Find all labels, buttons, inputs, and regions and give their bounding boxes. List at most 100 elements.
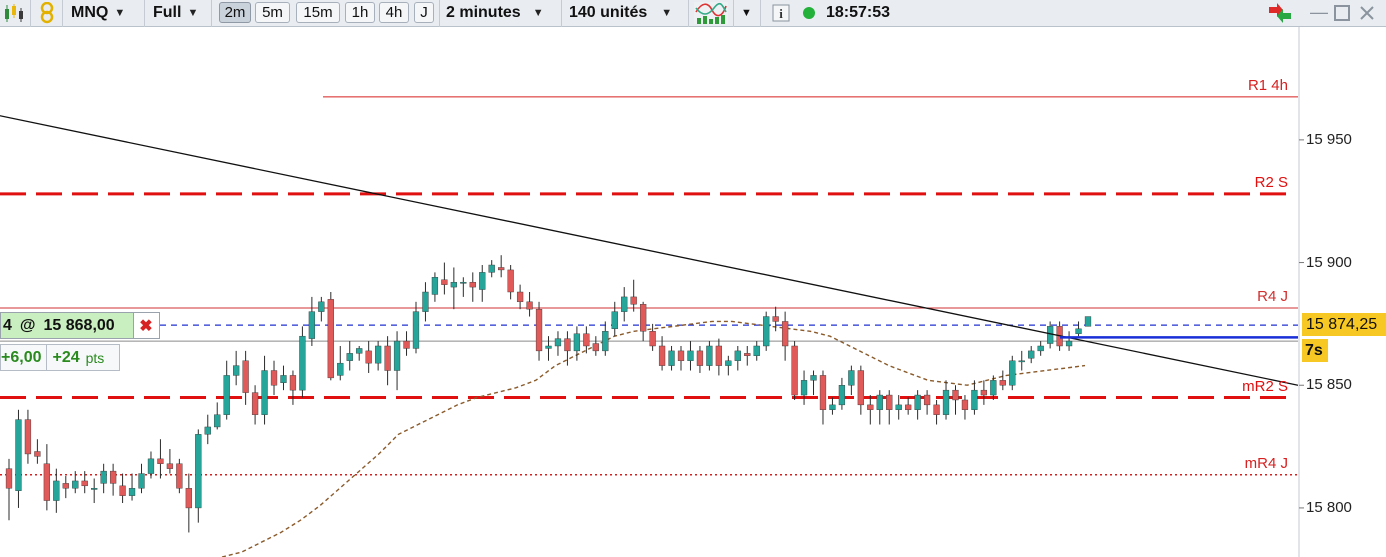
- timeframe-button-4h[interactable]: 4h: [379, 2, 409, 23]
- candle: [119, 473, 126, 504]
- units-label: 140 unités: [569, 3, 648, 21]
- candle-body: [346, 353, 353, 361]
- svg-text:i: i: [779, 6, 783, 21]
- candle-body: [223, 375, 230, 415]
- candle-body: [923, 394, 931, 406]
- candle-body: [469, 281, 476, 288]
- candle-body: [658, 345, 666, 366]
- pnl-box: +6,00 +24 pts: [0, 344, 120, 371]
- pnl-unit: pts: [85, 349, 105, 366]
- candle-body: [1084, 316, 1092, 327]
- candle: [1037, 341, 1044, 356]
- candle: [157, 439, 164, 479]
- candle: [763, 311, 770, 351]
- indicators-icon[interactable]: [694, 1, 728, 24]
- current-price-tag: 15 874,25: [1302, 313, 1386, 336]
- candle: [999, 370, 1006, 391]
- candle: [516, 284, 524, 310]
- candle-body: [233, 365, 240, 376]
- close-icon[interactable]: [1359, 1, 1375, 24]
- timeframe-button-15m[interactable]: 15m: [296, 2, 340, 23]
- candle-body: [308, 311, 316, 339]
- candle: [327, 292, 334, 381]
- candle-body: [611, 311, 618, 330]
- candle-body: [318, 301, 325, 312]
- candle-body: [526, 301, 533, 310]
- candle-body: [147, 458, 155, 474]
- candle: [214, 402, 221, 430]
- chart-area[interactable]: [0, 27, 1298, 557]
- candle: [573, 326, 581, 361]
- candle: [308, 296, 316, 346]
- candle: [1028, 345, 1035, 364]
- timeframe-button-1h[interactable]: 1h: [345, 2, 375, 23]
- candle-body: [592, 343, 599, 352]
- candle: [602, 321, 609, 356]
- candle: [441, 262, 448, 295]
- candle-body: [34, 451, 41, 457]
- candle-body: [422, 291, 429, 312]
- candle-body: [886, 394, 893, 410]
- candle: [431, 272, 439, 302]
- candle-body: [441, 279, 448, 285]
- candle: [829, 397, 836, 415]
- level-label-mr2-s: mR2 S: [1242, 377, 1288, 395]
- candle-body: [450, 281, 457, 288]
- candle-body: [365, 350, 372, 364]
- chart-type-icon[interactable]: [3, 1, 25, 24]
- info-icon[interactable]: i: [772, 1, 790, 24]
- candle-timer-tag: 7s: [1302, 339, 1328, 362]
- order-position-box[interactable]: 4 @ 15 868,00 ✖: [0, 312, 160, 339]
- view-mode-selector[interactable]: Full ▼: [153, 1, 198, 24]
- candle: [138, 463, 145, 494]
- candle: [545, 336, 552, 361]
- candle-body: [384, 345, 391, 371]
- indicators-dropdown-icon[interactable]: ▼: [741, 1, 752, 24]
- candle-body: [214, 414, 221, 428]
- candle: [100, 463, 107, 494]
- candle: [942, 380, 950, 420]
- candle: [251, 385, 259, 425]
- candle-body: [933, 404, 940, 415]
- symbol-selector[interactable]: MNQ ▼: [71, 1, 125, 24]
- candle: [886, 390, 893, 425]
- timeframe-button-5m[interactable]: 5m: [255, 2, 290, 23]
- close-position-icon[interactable]: ✖: [136, 316, 156, 335]
- candle: [223, 360, 230, 420]
- candle: [91, 478, 98, 504]
- maximize-icon[interactable]: [1334, 1, 1350, 24]
- candle: [176, 458, 183, 494]
- candle: [498, 255, 505, 278]
- candle-body: [356, 348, 363, 354]
- candle: [270, 360, 278, 396]
- candle: [810, 370, 817, 396]
- candle-body: [876, 394, 883, 410]
- period-selector[interactable]: 2 minutes ▼: [446, 1, 544, 24]
- timeframe-button-day[interactable]: J: [414, 2, 434, 23]
- minimize-icon[interactable]: —: [1310, 1, 1328, 24]
- candle-body: [53, 480, 60, 501]
- candle: [734, 345, 741, 371]
- period-label: 2 minutes: [446, 3, 521, 21]
- candle: [753, 341, 760, 361]
- price-axis[interactable]: 15 950 15 900 15 850 15 800: [1298, 27, 1386, 557]
- candle-body: [393, 340, 401, 371]
- candle-body: [791, 345, 798, 396]
- link-chain-icon[interactable]: [37, 1, 57, 24]
- candle-body: [498, 267, 505, 271]
- refresh-arrows-icon[interactable]: [1265, 1, 1295, 24]
- candle: [961, 395, 969, 420]
- candle-body: [81, 480, 88, 487]
- candle-body: [810, 375, 817, 381]
- timeframe-button-2m[interactable]: 2m: [219, 2, 251, 23]
- candle-body: [289, 375, 297, 391]
- candle-body: [204, 426, 211, 435]
- candle-body: [725, 360, 732, 366]
- candle-body: [715, 345, 723, 366]
- units-selector[interactable]: 140 unités ▼: [569, 1, 672, 24]
- order-position-info[interactable]: 4 @ 15 868,00: [1, 313, 134, 338]
- candle: [819, 370, 827, 425]
- candle: [393, 331, 401, 391]
- candle: [1084, 316, 1092, 327]
- candle-body: [687, 350, 694, 361]
